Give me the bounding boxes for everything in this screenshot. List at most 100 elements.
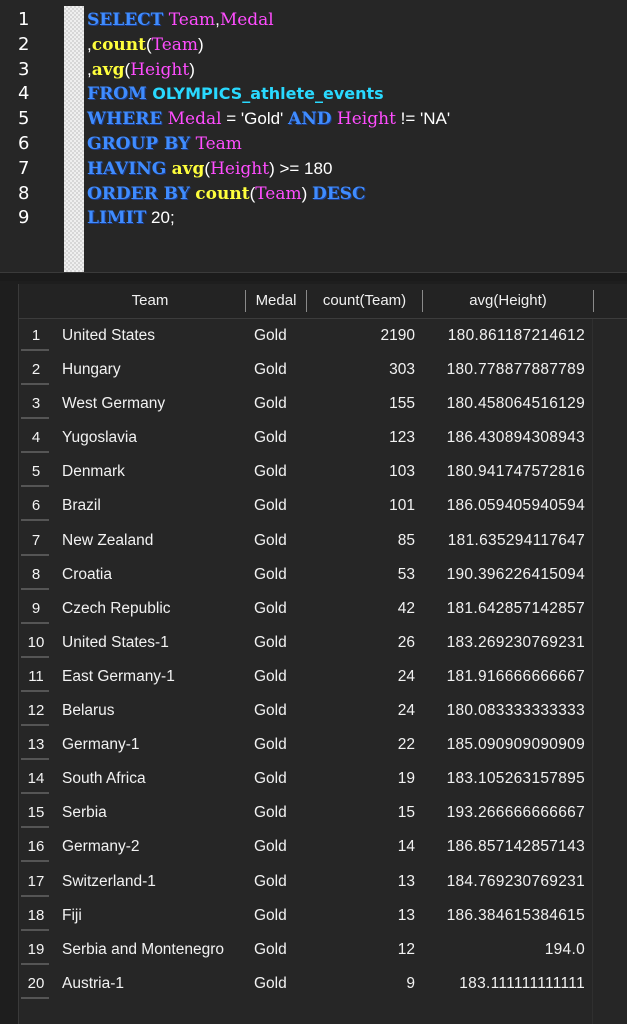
row-number[interactable]: 19 xyxy=(19,933,53,967)
cell-avg-height[interactable]: 186.857142857143 xyxy=(419,830,585,864)
table-row[interactable]: 1 United States Gold 2190 180.861187214612 xyxy=(19,319,627,353)
cell-count[interactable]: 101 xyxy=(309,489,415,523)
cell-avg-height[interactable]: 185.090909090909 xyxy=(419,728,585,762)
table-row[interactable]: 17 Switzerland-1 Gold 13 184.769230769231 xyxy=(19,865,627,899)
cell-count[interactable]: 53 xyxy=(309,558,415,592)
code-line[interactable]: WHERE Medal = 'Gold' AND Height != 'NA' xyxy=(87,107,627,132)
cell-medal[interactable]: Gold xyxy=(254,694,309,728)
table-row[interactable]: 19 Serbia and Montenegro Gold 12 194.0 xyxy=(19,933,627,967)
cell-count[interactable]: 19 xyxy=(309,762,415,796)
cell-avg-height[interactable]: 184.769230769231 xyxy=(419,865,585,899)
cell-team[interactable]: Yugoslavia xyxy=(62,421,252,455)
cell-medal[interactable]: Gold xyxy=(254,796,309,830)
cell-medal[interactable]: Gold xyxy=(254,830,309,864)
table-row[interactable]: 3 West Germany Gold 155 180.458064516129 xyxy=(19,387,627,421)
cell-medal[interactable]: Gold xyxy=(254,387,309,421)
cell-team[interactable]: Brazil xyxy=(62,489,252,523)
table-row[interactable]: 13 Germany-1 Gold 22 185.090909090909 xyxy=(19,728,627,762)
cell-team[interactable]: Germany-1 xyxy=(62,728,252,762)
cell-team[interactable]: South Africa xyxy=(62,762,252,796)
cell-medal[interactable]: Gold xyxy=(254,353,309,387)
table-row[interactable]: 20 Austria-1 Gold 9 183.111111111111 xyxy=(19,967,627,1001)
cell-team[interactable]: Hungary xyxy=(62,353,252,387)
cell-avg-height[interactable]: 180.941747572816 xyxy=(419,455,585,489)
cell-medal[interactable]: Gold xyxy=(254,319,309,353)
cell-count[interactable]: 303 xyxy=(309,353,415,387)
table-row[interactable]: 2 Hungary Gold 303 180.778877887789 xyxy=(19,353,627,387)
cell-avg-height[interactable]: 180.861187214612 xyxy=(419,319,585,353)
cell-count[interactable]: 26 xyxy=(309,626,415,660)
cell-team[interactable]: Switzerland-1 xyxy=(62,865,252,899)
cell-medal[interactable]: Gold xyxy=(254,489,309,523)
table-row[interactable]: 9 Czech Republic Gold 42 181.642857142857 xyxy=(19,592,627,626)
cell-avg-height[interactable]: 186.059405940594 xyxy=(419,489,585,523)
row-number[interactable]: 4 xyxy=(19,421,53,455)
cell-team[interactable]: Croatia xyxy=(62,558,252,592)
cell-medal[interactable]: Gold xyxy=(254,728,309,762)
cell-avg-height[interactable]: 193.266666666667 xyxy=(419,796,585,830)
cell-medal[interactable]: Gold xyxy=(254,558,309,592)
cell-medal[interactable]: Gold xyxy=(254,626,309,660)
cell-team[interactable]: Germany-2 xyxy=(62,830,252,864)
table-row[interactable]: 8 Croatia Gold 53 190.396226415094 xyxy=(19,558,627,592)
row-number[interactable]: 18 xyxy=(19,899,53,933)
cell-count[interactable]: 9 xyxy=(309,967,415,1001)
row-number[interactable]: 16 xyxy=(19,830,53,864)
cell-avg-height[interactable]: 181.635294117647 xyxy=(419,524,585,558)
cell-count[interactable]: 123 xyxy=(309,421,415,455)
cell-medal[interactable]: Gold xyxy=(254,762,309,796)
cell-medal[interactable]: Gold xyxy=(254,865,309,899)
cell-avg-height[interactable]: 190.396226415094 xyxy=(419,558,585,592)
code-line[interactable]: SELECT Team,Medal xyxy=(87,8,627,33)
row-number[interactable]: 11 xyxy=(19,660,53,694)
cell-team[interactable]: Czech Republic xyxy=(62,592,252,626)
cell-avg-height[interactable]: 194.0 xyxy=(419,933,585,967)
cell-team[interactable]: New Zealand xyxy=(62,524,252,558)
cell-team[interactable]: Austria-1 xyxy=(62,967,252,1001)
cell-team[interactable]: Serbia and Montenegro xyxy=(62,933,252,967)
cell-medal[interactable]: Gold xyxy=(254,899,309,933)
cell-avg-height[interactable]: 183.111111111111 xyxy=(419,967,585,1001)
cell-medal[interactable]: Gold xyxy=(254,933,309,967)
code-line[interactable]: HAVING avg(Height) >= 180 xyxy=(87,157,627,182)
column-header-medal[interactable]: Medal xyxy=(246,284,306,318)
cell-team[interactable]: United States-1 xyxy=(62,626,252,660)
table-row[interactable]: 14 South Africa Gold 19 183.105263157895 xyxy=(19,762,627,796)
cell-medal[interactable]: Gold xyxy=(254,421,309,455)
cell-avg-height[interactable]: 181.642857142857 xyxy=(419,592,585,626)
code-line[interactable]: GROUP BY Team xyxy=(87,132,627,157)
cell-avg-height[interactable]: 181.916666666667 xyxy=(419,660,585,694)
table-row[interactable]: 10 United States-1 Gold 26 183.269230769231 xyxy=(19,626,627,660)
column-separator[interactable] xyxy=(593,290,594,312)
column-header-count[interactable]: count(Team) xyxy=(307,284,422,318)
code-line[interactable]: FROM OLYMPICS_athlete_events xyxy=(87,82,627,107)
row-number[interactable]: 3 xyxy=(19,387,53,421)
cell-count[interactable]: 12 xyxy=(309,933,415,967)
cell-team[interactable]: United States xyxy=(62,319,252,353)
row-number[interactable]: 14 xyxy=(19,762,53,796)
cell-avg-height[interactable]: 180.458064516129 xyxy=(419,387,585,421)
code-line[interactable]: ,count(Team) xyxy=(87,33,627,58)
cell-count[interactable]: 24 xyxy=(309,660,415,694)
cell-team[interactable]: Denmark xyxy=(62,455,252,489)
row-number[interactable]: 1 xyxy=(19,319,53,353)
results-grid[interactable]: Team Medal count(Team) avg(Height) 1 Unit… xyxy=(18,284,627,1024)
cell-count[interactable]: 103 xyxy=(309,455,415,489)
code-line[interactable]: ORDER BY count(Team) DESC xyxy=(87,182,627,207)
cell-team[interactable]: East Germany-1 xyxy=(62,660,252,694)
row-number[interactable]: 10 xyxy=(19,626,53,660)
sql-editor[interactable]: 1 2 3 4 56 7 8 9 SELECT Team,Medal ,count(Team),… xyxy=(0,0,627,281)
cell-count[interactable]: 42 xyxy=(309,592,415,626)
cell-count[interactable]: 85 xyxy=(309,524,415,558)
cell-medal[interactable]: Gold xyxy=(254,524,309,558)
table-row[interactable]: 12 Belarus Gold 24 180.083333333333 xyxy=(19,694,627,728)
cell-count[interactable]: 14 xyxy=(309,830,415,864)
code-line[interactable]: LIMIT 20; xyxy=(87,206,627,231)
row-number[interactable]: 12 xyxy=(19,694,53,728)
sql-code[interactable]: SELECT Team,Medal ,count(Team) ,avg(Height… xyxy=(87,8,627,231)
row-number[interactable]: 6 xyxy=(19,489,53,523)
row-number[interactable]: 13 xyxy=(19,728,53,762)
cell-team[interactable]: Belarus xyxy=(62,694,252,728)
row-number[interactable]: 20 xyxy=(19,967,53,1001)
row-number[interactable]: 2 xyxy=(19,353,53,387)
